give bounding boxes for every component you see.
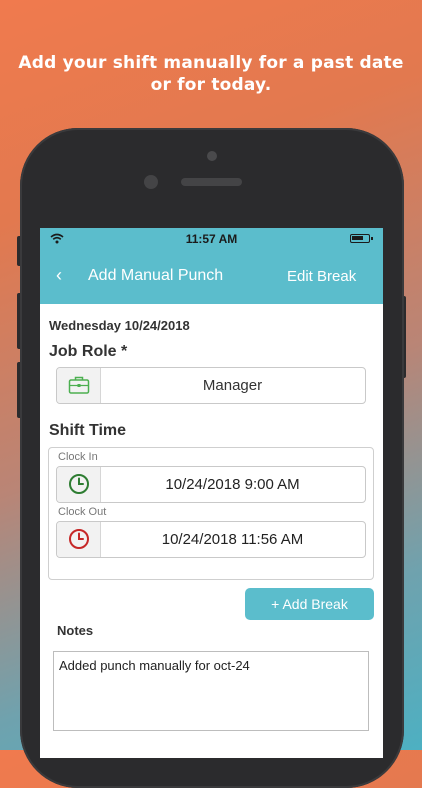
clock-in-value: 10/24/2018 9:00 AM xyxy=(165,476,300,493)
headline-line-2: or for today. xyxy=(150,75,272,95)
edit-break-button[interactable]: Edit Break xyxy=(287,268,356,285)
shift-time-label: Shift Time xyxy=(49,422,127,439)
clock-in-icon xyxy=(69,474,89,494)
phone-screen: 11:57 AM ‹ Add Manual Punch Edit Break W… xyxy=(40,228,383,758)
app-header: 11:57 AM ‹ Add Manual Punch Edit Break xyxy=(40,228,383,304)
clock-out-label: Clock Out xyxy=(58,506,107,518)
add-break-button[interactable]: + Add Break xyxy=(245,588,374,620)
notes-label: Notes xyxy=(57,623,94,638)
clock-in-icon-cell xyxy=(57,467,101,502)
page-title: Add Manual Punch xyxy=(88,267,224,284)
briefcase-icon xyxy=(68,376,90,394)
back-button[interactable]: ‹ xyxy=(56,265,62,286)
clock-in-field[interactable]: 10/24/2018 9:00 AM xyxy=(56,466,366,503)
clock-out-field[interactable]: 10/24/2018 11:56 AM xyxy=(56,521,366,558)
clock-out-icon-cell xyxy=(57,522,101,557)
battery-icon xyxy=(350,234,373,243)
camera-icon xyxy=(207,151,217,161)
job-role-label: Job Role * xyxy=(49,343,128,360)
notes-value: Added punch manually for oct-24 xyxy=(59,658,250,673)
job-role-icon-cell xyxy=(57,368,101,403)
clock-out-icon xyxy=(69,529,89,549)
job-role-value: Manager xyxy=(202,377,263,394)
headline: Add your shift manually for a past date … xyxy=(0,52,422,96)
headline-line-1: Add your shift manually for a past date xyxy=(18,53,404,73)
selected-date: Wednesday 10/24/2018 xyxy=(49,318,190,333)
notes-textarea[interactable]: Added punch manually for oct-24 xyxy=(53,651,369,731)
clock-out-value: 10/24/2018 11:56 AM xyxy=(161,531,304,548)
status-time: 11:57 AM xyxy=(185,232,238,246)
clock-in-label: Clock In xyxy=(58,451,98,463)
job-role-select[interactable]: Manager xyxy=(56,367,366,404)
front-camera-icon xyxy=(144,175,158,189)
earpiece-speaker xyxy=(181,178,242,186)
